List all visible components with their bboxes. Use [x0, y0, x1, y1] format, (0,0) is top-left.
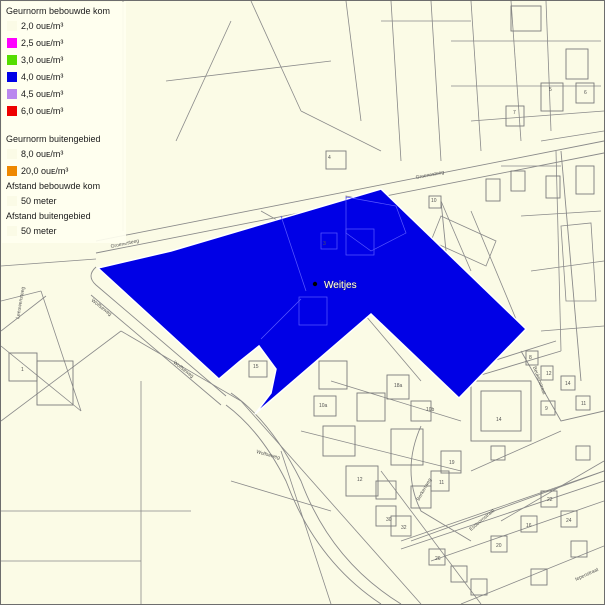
house-number: 5 [549, 87, 552, 93]
legend-swatch [7, 54, 17, 65]
house-number: 19 [449, 460, 455, 466]
house-number: 4 [328, 155, 331, 161]
house-number: 20 [496, 543, 502, 549]
house-number: 10a [319, 403, 328, 409]
house-number: 12 [546, 371, 552, 377]
house-number: 9 [545, 406, 548, 412]
legend-item: 2,5 ouᴇ/m³ [6, 34, 126, 51]
house-number: 10b [426, 407, 435, 413]
legend-item-label: 4,5 ouᴇ/m³ [21, 88, 64, 99]
legend-swatch [7, 195, 17, 206]
house-number: 14 [496, 417, 502, 423]
legend-spacer [6, 119, 126, 132]
legend-swatch [7, 225, 17, 236]
legend-swatch [7, 148, 17, 159]
legend-swatch [7, 37, 17, 48]
house-number: 7 [513, 110, 516, 116]
legend-item-label: 20,0 ouᴇ/m³ [21, 165, 69, 176]
house-number: 15 [253, 364, 259, 370]
house-number: 26 [435, 556, 441, 562]
house-number: 3 [323, 241, 326, 247]
legend-heading: Afstand buitengebied [6, 211, 91, 221]
legend-item: 20,0 ouᴇ/m³ [6, 162, 126, 179]
legend-item: 4,5 ouᴇ/m³ [6, 85, 126, 102]
house-number: 11 [439, 480, 444, 486]
house-number: 22 [547, 497, 553, 503]
legend-heading: Geurnorm buitengebied [6, 134, 101, 144]
house-number: 6 [584, 90, 587, 96]
legend-item-label: 2,0 ouᴇ/m³ [21, 20, 64, 31]
legend-item-label: 50 meter [21, 195, 57, 206]
house-number: 14 [565, 381, 571, 387]
house-number: 18a [394, 383, 403, 389]
place-name-label: Weitjes [324, 280, 357, 291]
map-viewport[interactable]: Weitjes Groenesteeg Groenesteeg Wolfsewe… [0, 0, 605, 605]
legend-swatch [7, 71, 17, 82]
legend-item-label: 3,0 ouᴇ/m³ [21, 54, 64, 65]
place-marker [312, 281, 318, 287]
legend-item-label: 8,0 ouᴇ/m³ [21, 148, 64, 159]
house-number: 24 [566, 518, 572, 524]
house-number: 16 [526, 523, 532, 529]
legend-item: 8,0 ouᴇ/m³ [6, 145, 126, 162]
legend-item: 50 meter [6, 222, 126, 239]
house-number: 32 [401, 525, 407, 531]
legend-item: 4,0 ouᴇ/m³ [6, 68, 126, 85]
legend-item: 6,0 ouᴇ/m³ [6, 102, 126, 119]
legend-item: 50 meter [6, 192, 126, 209]
house-number: 8 [529, 355, 532, 361]
legend-item-label: 50 meter [21, 225, 57, 236]
legend-item: 2,0 ouᴇ/m³ [6, 17, 126, 34]
legend-item: 3,0 ouᴇ/m³ [6, 51, 126, 68]
house-number: 10 [431, 198, 437, 204]
legend-swatch [7, 105, 17, 116]
legend-heading: Geurnorm bebouwde kom [6, 6, 111, 16]
legend-item-label: 2,5 ouᴇ/m³ [21, 37, 64, 48]
legend-heading: Afstand bebouwde kom [6, 181, 101, 191]
house-number: 12 [357, 477, 363, 483]
legend-swatch [7, 20, 17, 31]
house-number: 30 [386, 517, 392, 523]
legend-item-label: 6,0 ouᴇ/m³ [21, 105, 64, 116]
legend-item-label: 4,0 ouᴇ/m³ [21, 71, 64, 82]
map-legend: Geurnorm bebouwde kom 2,0 ouᴇ/m³ 2,5 ouᴇ… [2, 2, 126, 243]
house-number: 11 [581, 401, 586, 407]
legend-swatch [7, 165, 17, 176]
legend-swatch [7, 88, 17, 99]
house-number: 1 [21, 367, 24, 373]
